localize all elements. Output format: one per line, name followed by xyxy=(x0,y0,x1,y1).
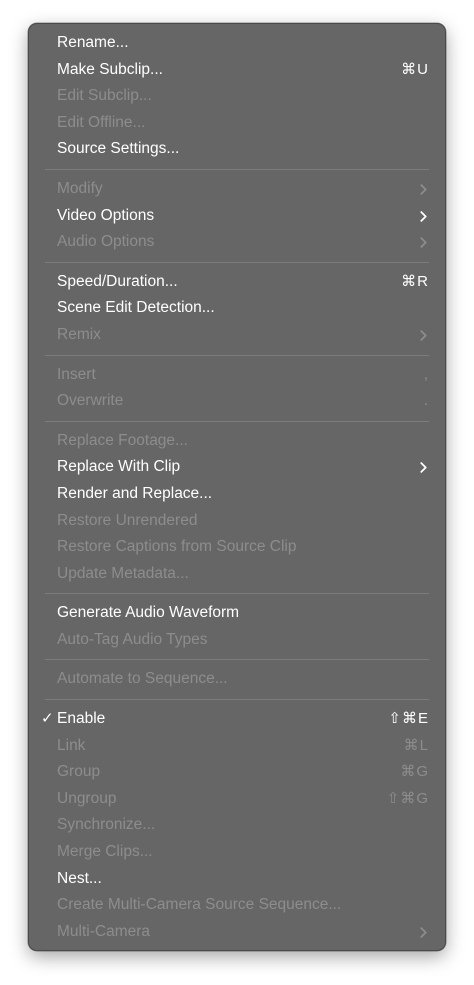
keyboard-shortcut: , xyxy=(423,365,429,383)
menu-item-link: Link ⌘L xyxy=(29,733,445,760)
chevron-right-icon xyxy=(420,462,427,474)
menu-item-label: Multi-Camera xyxy=(57,922,151,940)
menu-separator xyxy=(45,699,429,701)
menu-item-enable[interactable]: ✓ Enable ⇧⌘E xyxy=(29,706,445,733)
context-menu: Rename... Make Subclip... ⌘U Edit Subclip..… xyxy=(28,23,446,951)
menu-item-group: Group ⌘G xyxy=(29,759,445,786)
chevron-right-icon xyxy=(420,330,427,341)
menu-item-insert: Insert, xyxy=(29,362,445,389)
menu-item-synchronize: Synchronize... xyxy=(29,812,445,839)
menu-item-restore-captions-from-source-clip: Restore Captions from Source Clip xyxy=(29,534,445,561)
menu-item-label: Merge Clips... xyxy=(57,843,153,861)
menu-item-make-subclip[interactable]: Make Subclip... ⌘U xyxy=(29,57,445,84)
menu-item-label: Enable xyxy=(57,710,106,728)
menu-separator xyxy=(45,168,429,170)
menu-item-label: Synchronize... xyxy=(57,816,156,834)
menu-item-label: Video Options xyxy=(57,206,155,224)
checkmark-icon: ✓ xyxy=(41,710,54,728)
menu-item-label: Scene Edit Detection... xyxy=(57,299,215,317)
menu-item-label: Rename... xyxy=(57,34,129,51)
keyboard-shortcut: ⌘R xyxy=(401,272,429,290)
menu-item-modify: Modify xyxy=(29,176,445,203)
menu-item-label: Automate to Sequence... xyxy=(57,670,228,688)
menu-item-label: Auto-Tag Audio Types xyxy=(57,630,208,648)
menu-item-label: Speed/Duration... xyxy=(57,272,178,290)
keyboard-shortcut: ⇧⌘E xyxy=(388,710,429,728)
menu-item-audio-options: Audio Options xyxy=(29,229,445,256)
menu-separator xyxy=(45,659,429,661)
menu-item-label: Ungroup xyxy=(57,789,117,807)
menu-item-multi-camera: Multi-Camera xyxy=(29,919,445,946)
menu-item-label: Replace With Clip xyxy=(57,458,181,476)
menu-item-label: Modify xyxy=(57,179,103,197)
chevron-right-icon xyxy=(420,184,427,195)
keyboard-shortcut: ⇧⌘G xyxy=(386,789,429,807)
menu-item-label: Restore Unrendered xyxy=(57,511,198,529)
menu-item-label: Remix xyxy=(57,325,101,343)
chevron-right-icon xyxy=(420,210,427,222)
chevron-right-icon xyxy=(420,927,427,938)
menu-item-label: Replace Footage... xyxy=(57,431,188,449)
keyboard-shortcut: ⌘G xyxy=(400,763,429,781)
menu-item-replace-footage: Replace Footage... xyxy=(29,428,445,455)
menu-item-automate-to-sequence: Automate to Sequence... xyxy=(29,666,445,693)
chevron-right-icon xyxy=(420,237,427,248)
menu-item-auto-tag-audio-types: Auto-Tag Audio Types xyxy=(29,627,445,654)
menu-item-merge-clips: Merge Clips... xyxy=(29,839,445,866)
keyboard-shortcut: ⌘L xyxy=(403,736,429,754)
menu-separator xyxy=(45,420,429,422)
menu-item-video-options[interactable]: Video Options xyxy=(29,203,445,230)
menu-item-nest[interactable]: Nest... xyxy=(29,866,445,893)
menu-item-create-multi-camera-source-sequence: Create Multi-Camera Source Sequence... xyxy=(29,892,445,919)
menu-item-label: Edit Offline... xyxy=(57,113,146,131)
menu-item-label: Audio Options xyxy=(57,233,155,251)
menu-item-label: Source Settings... xyxy=(57,140,180,158)
menu-item-label: Create Multi-Camera Source Sequence... xyxy=(57,896,342,914)
keyboard-shortcut: . xyxy=(423,392,429,410)
menu-item-edit-offline: Edit Offline... xyxy=(29,110,445,137)
menu-item-edit-subclip: Edit Subclip... xyxy=(29,83,445,110)
menu-item-label: Update Metadata... xyxy=(57,564,189,582)
menu-item-label: Nest... xyxy=(57,869,102,887)
menu-item-ungroup: Ungroup ⇧⌘G xyxy=(29,786,445,813)
menu-separator xyxy=(45,354,429,356)
menu-item-label: Generate Audio Waveform xyxy=(57,604,240,622)
keyboard-shortcut: ⌘U xyxy=(401,60,429,78)
menu-item-update-metadata: Update Metadata... xyxy=(29,561,445,588)
menu-item-remix: Remix xyxy=(29,322,445,349)
menu-item-label: Edit Subclip... xyxy=(57,87,152,105)
menu-item-scene-edit-detection[interactable]: Scene Edit Detection... xyxy=(29,295,445,322)
menu-item-label: Make Subclip... xyxy=(57,60,163,78)
menu-item-rename[interactable]: Rename... xyxy=(29,30,445,57)
menu-item-label: Overwrite xyxy=(57,392,124,410)
menu-separator xyxy=(45,593,429,595)
menu-item-replace-with-clip[interactable]: Replace With Clip xyxy=(29,454,445,481)
menu-item-label: Restore Captions from Source Clip xyxy=(57,538,297,556)
menu-item-label: Insert xyxy=(57,365,96,383)
menu-separator xyxy=(45,261,429,263)
menu-item-speed-duration[interactable]: Speed/Duration... ⌘R xyxy=(29,269,445,296)
menu-item-source-settings[interactable]: Source Settings... xyxy=(29,136,445,163)
menu-item-label: Link xyxy=(57,736,86,754)
menu-item-render-and-replace[interactable]: Render and Replace... xyxy=(29,481,445,508)
menu-item-label: Render and Replace... xyxy=(57,484,213,502)
menu-item-restore-unrendered: Restore Unrendered xyxy=(29,508,445,535)
menu-item-overwrite: Overwrite. xyxy=(29,388,445,415)
menu-item-label: Group xyxy=(57,763,101,781)
menu-item-generate-audio-waveform[interactable]: Generate Audio Waveform xyxy=(29,600,445,627)
